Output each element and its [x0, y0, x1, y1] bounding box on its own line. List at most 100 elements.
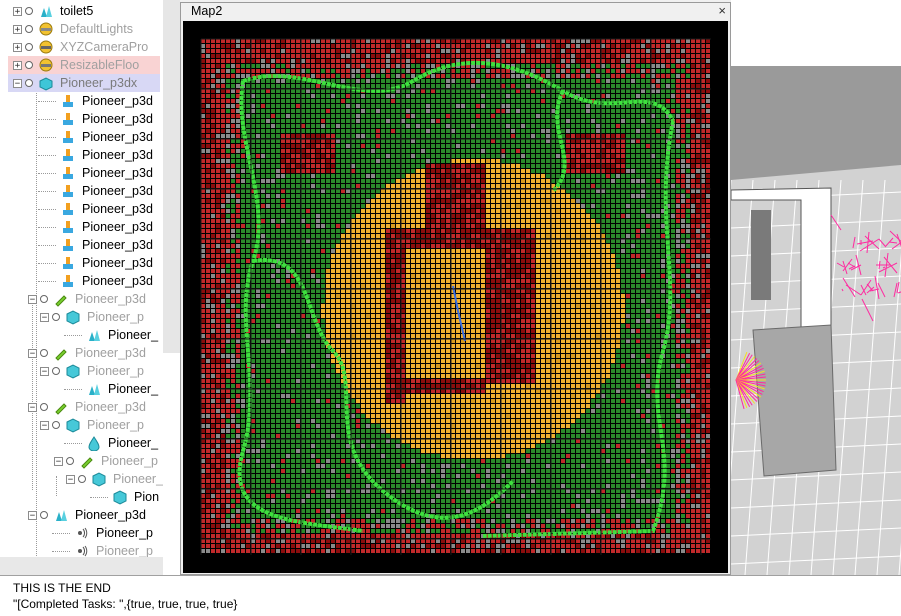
- collapse-icon[interactable]: −: [40, 312, 49, 322]
- joint-icon: [60, 93, 76, 109]
- cube-icon: [65, 417, 81, 433]
- tree-item[interactable]: − Pioneer_p: [54, 452, 158, 470]
- visibility-icon[interactable]: [52, 367, 60, 375]
- tree-connector-line: [90, 497, 108, 498]
- tree-item-label: toilet5: [60, 4, 94, 18]
- tree-item[interactable]: − Pioneer_p: [40, 362, 144, 380]
- visibility-icon[interactable]: [40, 295, 48, 303]
- cube-icon: [65, 363, 81, 379]
- joint-icon: [60, 255, 76, 271]
- tree-horizontal-scrollbar[interactable]: [0, 557, 163, 575]
- visibility-icon[interactable]: [25, 61, 33, 69]
- collapse-icon[interactable]: −: [40, 420, 49, 430]
- tree-item[interactable]: Pioneer_p3d: [60, 272, 153, 290]
- tree-item-label: Pioneer_: [113, 472, 164, 486]
- expand-icon[interactable]: +: [13, 60, 22, 70]
- visibility-icon[interactable]: [40, 403, 48, 411]
- tree-item[interactable]: + XYZCameraPro: [13, 38, 148, 56]
- visibility-icon[interactable]: [52, 421, 60, 429]
- tree-item-label: Pioneer_p3d: [82, 184, 153, 198]
- tree-connector-line: [38, 263, 56, 264]
- collapse-icon[interactable]: −: [28, 402, 37, 412]
- visibility-icon[interactable]: [25, 79, 33, 87]
- scene-viewport[interactable]: [731, 0, 901, 575]
- visibility-icon[interactable]: [25, 43, 33, 51]
- visibility-icon[interactable]: [25, 25, 33, 33]
- tree-item-label: Pioneer_: [108, 436, 159, 450]
- joint-icon: [60, 165, 76, 181]
- tree-item[interactable]: Pioneer_: [86, 326, 158, 344]
- scene-hierarchy: + toilet5 + DefaultLights + XYZCameraPro + Resi…: [0, 0, 180, 575]
- joint-icon: [60, 147, 76, 163]
- tree-item[interactable]: Pion: [112, 488, 159, 506]
- tree-item-label: Pioneer_p: [87, 364, 144, 378]
- expand-icon[interactable]: +: [13, 24, 22, 34]
- tree-item[interactable]: Pioneer_p3d: [60, 110, 153, 128]
- tree-item[interactable]: + ResizableFloo: [8, 56, 160, 74]
- shape-icon: [38, 3, 54, 19]
- robot-icon: [38, 75, 54, 91]
- expand-icon[interactable]: +: [13, 42, 22, 52]
- tree-item[interactable]: − Pioneer_p3d: [28, 398, 146, 416]
- tree-item[interactable]: Pioneer_p3d: [60, 164, 153, 182]
- tree-item[interactable]: − Pioneer_p: [40, 308, 144, 326]
- tree-scrollbar[interactable]: [163, 0, 180, 353]
- tree-scroll-area: [163, 353, 180, 575]
- tree-item-label: Pioneer_p3d: [75, 346, 146, 360]
- collapse-icon[interactable]: −: [28, 294, 37, 304]
- tree-item[interactable]: Pioneer_p3d: [60, 200, 153, 218]
- tree-item-label: Pioneer_p: [96, 544, 153, 558]
- tree-connector-line: [38, 281, 56, 282]
- tree-item[interactable]: Pioneer_p3d: [60, 218, 153, 236]
- tree-item[interactable]: − Pioneer_p3d: [28, 344, 146, 362]
- tree-item[interactable]: Pioneer_: [86, 434, 158, 452]
- visibility-icon[interactable]: [52, 313, 60, 321]
- collapse-icon[interactable]: −: [28, 348, 37, 358]
- tree-item-label: Pioneer_p3dx: [60, 76, 138, 90]
- tree-item-label: Pioneer_p: [87, 418, 144, 432]
- tree-item[interactable]: − Pioneer_p3d: [28, 506, 146, 524]
- collapse-icon[interactable]: −: [54, 456, 63, 466]
- tree-item-label: Pioneer_p: [101, 454, 158, 468]
- tree-item[interactable]: Pioneer_: [86, 380, 158, 398]
- tree-item[interactable]: Pioneer_p3d: [60, 236, 153, 254]
- close-icon[interactable]: ×: [718, 3, 726, 18]
- tree-connector-line: [38, 173, 56, 174]
- tree-item[interactable]: Pioneer_p: [74, 524, 153, 542]
- joint-icon: [60, 237, 76, 253]
- motor-icon: [79, 453, 95, 469]
- tree-item[interactable]: − Pioneer_p3d: [28, 290, 146, 308]
- tree-item[interactable]: Pioneer_p3d: [60, 92, 153, 110]
- tree-item-label: Pioneer_p3d: [82, 238, 153, 252]
- tree-item[interactable]: − Pioneer_p3dx: [8, 74, 160, 92]
- tree-item[interactable]: Pioneer_p3d: [60, 254, 153, 272]
- collapse-icon[interactable]: −: [13, 78, 22, 88]
- tree-item[interactable]: Pioneer_p3d: [60, 128, 153, 146]
- joint-icon: [60, 219, 76, 235]
- tree-item[interactable]: − Pioneer_: [66, 470, 163, 488]
- tree-item[interactable]: Pioneer_p3d: [60, 182, 153, 200]
- floor-icon: [38, 57, 54, 73]
- tree-item[interactable]: Pioneer_p3d: [60, 146, 153, 164]
- tree-item[interactable]: + toilet5: [13, 2, 93, 20]
- tree-connector-line: [38, 119, 56, 120]
- visibility-icon[interactable]: [78, 475, 86, 483]
- tree-connector-line: [38, 191, 56, 192]
- tree-item[interactable]: − Pioneer_p: [40, 416, 144, 434]
- collapse-icon[interactable]: −: [66, 474, 75, 484]
- tree-connector-line: [52, 533, 70, 534]
- tree-connector-line: [38, 245, 56, 246]
- visibility-icon[interactable]: [40, 511, 48, 519]
- expand-icon[interactable]: +: [13, 6, 22, 16]
- tree-connector-line: [52, 551, 70, 552]
- visibility-icon[interactable]: [25, 7, 33, 15]
- visibility-icon[interactable]: [66, 457, 74, 465]
- explored-path: [482, 120, 675, 538]
- collapse-icon[interactable]: −: [40, 366, 49, 376]
- tree-item-label: Pioneer_p3d: [82, 202, 153, 216]
- map-window: Map2 ×: [180, 2, 731, 575]
- tree-item[interactable]: + DefaultLights: [13, 20, 133, 38]
- tree-item-label: XYZCameraPro: [60, 40, 149, 54]
- collapse-icon[interactable]: −: [28, 510, 37, 520]
- visibility-icon[interactable]: [40, 349, 48, 357]
